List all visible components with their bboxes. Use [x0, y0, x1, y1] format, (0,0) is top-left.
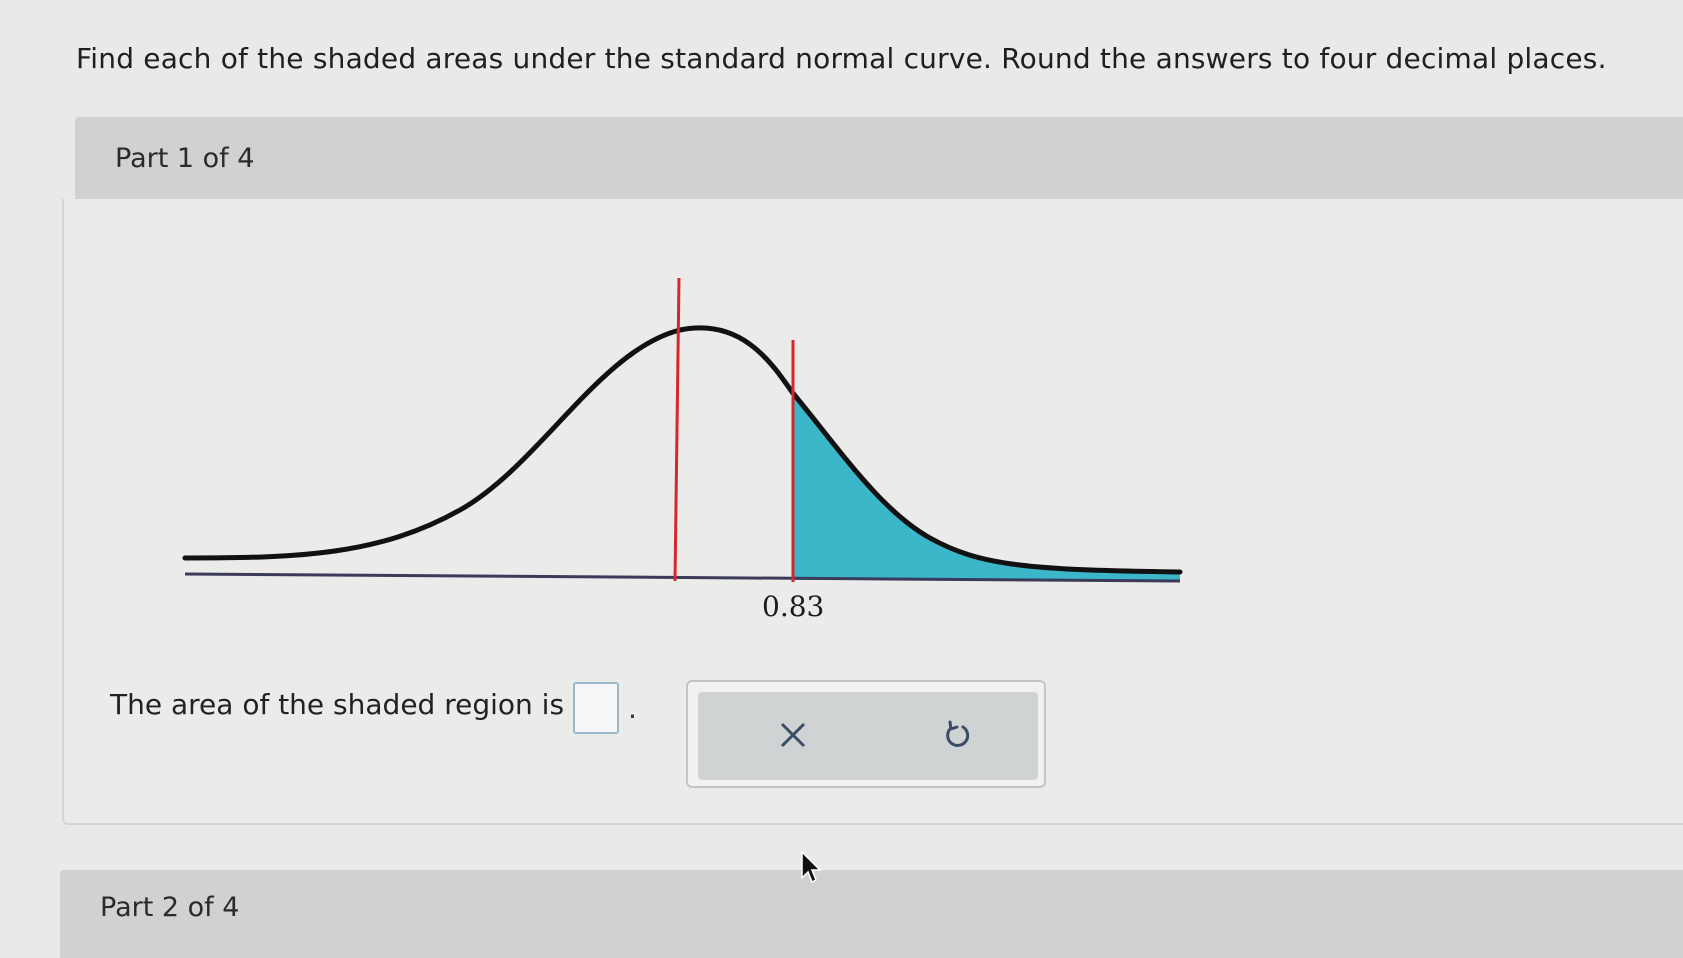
z-value-label: 0.83	[762, 590, 825, 623]
undo-icon	[946, 720, 970, 747]
answer-input[interactable]	[573, 682, 619, 734]
normal-curve	[182, 325, 1183, 575]
mean-marker-line	[673, 277, 681, 582]
instructions-text: Find each of the shaded areas under the …	[76, 42, 1607, 75]
x-icon	[780, 722, 806, 748]
normal-curve-graph	[182, 277, 1183, 583]
part-1-label: Part 1 of 4	[115, 143, 255, 174]
question-text: The area of the shaded region is	[110, 688, 565, 721]
part-1-header: Part 1 of 4	[75, 117, 1683, 199]
sentence-period: .	[628, 692, 637, 725]
answer-tools-bar	[698, 692, 1038, 780]
part-2-header: Part 2 of 4	[60, 870, 1683, 958]
clear-button[interactable]	[770, 712, 816, 758]
undo-button[interactable]	[934, 712, 980, 758]
shaded-region	[792, 392, 1180, 580]
mouse-cursor-icon	[801, 850, 822, 884]
part-2-label: Part 2 of 4	[100, 892, 240, 923]
answer-tools-panel	[686, 680, 1046, 788]
